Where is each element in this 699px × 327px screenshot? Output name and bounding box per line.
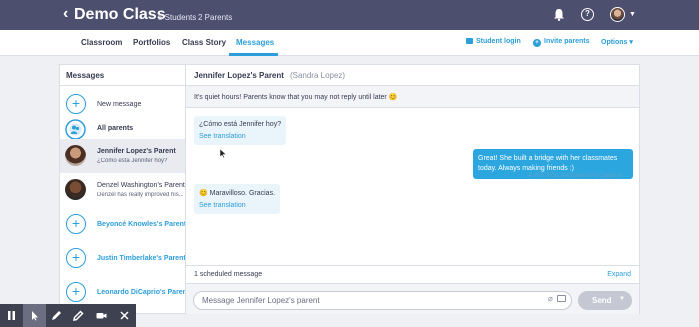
class-title: Demo Class [74,6,166,23]
image-icon[interactable] [557,295,566,302]
plus-icon: + [66,214,86,234]
contact-name: Jennifer Lopez's Parent [97,148,176,155]
invite-parents-button[interactable]: + Invite parents [533,38,590,47]
conversation-title: Jennifer Lopez's Parent [194,71,284,80]
conversation-header: Jennifer Lopez's Parent (Sandra Lopez) [186,65,639,86]
messages-sidebar: Messages + New message All parents Jenni… [59,64,189,314]
student-login-label: Student login [476,38,521,45]
see-translation-link[interactable]: See translation [199,202,275,209]
chevron-down-icon: ▾ [629,39,633,46]
attachment-icon[interactable]: ⌀ [548,294,553,303]
pointer-icon[interactable] [23,304,46,327]
sidebar-item-denzel[interactable]: Denzel Washington's Parent Denzel has re… [60,173,186,207]
all-parents-label: All parents [97,125,134,132]
quiet-hours-banner: It's quiet hours! Parents know that you … [186,86,639,108]
message-preview: ¿Cómo está Jennifer hoy? [97,158,168,164]
options-label: Options [601,39,628,46]
tab-messages[interactable]: Messages [236,38,274,47]
sidebar-title: Messages [60,65,185,86]
plus-icon: + [66,282,86,302]
pen-icon[interactable] [45,304,68,327]
top-bar: ‹ Demo Class 5 Students 2 Parents ? ▼ [0,0,699,30]
conversation-panel: Jennifer Lopez's Parent (Sandra Lopez) It… [185,64,640,314]
sidebar-item-jennifer[interactable]: Jennifer Lopez's Parent ¿Cómo está Jenni… [60,139,186,173]
tab-portfolios[interactable]: Portfolios [133,38,170,47]
mouse-cursor-icon [220,149,226,158]
avatar [65,145,86,166]
message-text: 😊 Maravilloso. Gracias. [199,190,276,197]
sidebar-item-beyonce[interactable]: + Beyoncé Knowles's Parent [60,207,186,241]
expand-link[interactable]: Expand [607,271,631,278]
avatar [65,179,86,200]
help-icon[interactable]: ? [581,8,594,21]
chevron-down-icon[interactable]: ▼ [629,11,636,18]
new-message-label: New message [97,101,142,108]
close-icon[interactable] [113,304,136,327]
incoming-message: 😊 Maravilloso. Gracias. See translation [194,184,281,214]
plus-icon: + [533,39,541,47]
tab-class-story[interactable]: Class Story [182,38,226,47]
group-icon [65,119,86,140]
contact-name: Justin Timberlake's Parent [97,255,186,262]
message-text: ¿Cómo está Jennifer hoy? [199,121,282,128]
students-count[interactable]: 5 Students [158,13,196,22]
avatar[interactable] [610,7,625,22]
send-button[interactable]: Send ▼ [578,291,632,310]
contact-name: Denzel Washington's Parent [97,182,185,189]
invite-parents-label: Invite parents [544,38,590,45]
active-tab-indicator [229,53,278,56]
scheduled-label: 1 scheduled message [194,271,263,278]
scheduled-messages-bar: 1 scheduled message Expand [186,265,639,283]
class-nav: Classroom Portfolios Class Story Message… [0,30,699,56]
incoming-message: ¿Cómo está Jennifer hoy? See translation [194,116,287,145]
see-translation-link[interactable]: See translation [199,133,281,140]
student-login-button[interactable]: Student login [466,38,521,45]
message-composer: Message Jennifer Lopez's parent ⌀ Send ▼ [186,283,639,314]
plus-icon: + [66,94,86,114]
sidebar-item-justin[interactable]: + Justin Timberlake's Parent [60,241,186,275]
bell-icon[interactable] [553,8,565,21]
plus-icon: + [66,248,86,268]
pause-icon[interactable] [0,304,23,327]
parents-count[interactable]: 2 Parents [198,13,232,22]
login-icon [466,38,473,44]
conversation-subtitle: (Sandra Lopez) [289,71,346,80]
send-label: Send [592,296,612,305]
message-preview: Denzel has really improved his... [97,192,183,198]
marker-icon[interactable] [67,304,90,327]
back-icon[interactable]: ‹ [63,5,68,23]
message-status: ✔ 8/7/2018, translated into Spanish [528,173,623,179]
chevron-down-icon[interactable]: ▼ [619,296,625,302]
contact-name: Leonardo DiCaprio's Parent [97,289,190,296]
tab-classroom[interactable]: Classroom [81,38,122,47]
camera-icon[interactable] [90,304,113,327]
options-dropdown[interactable]: Options ▾ [601,38,633,46]
annotation-toolbar [0,304,136,327]
message-input[interactable]: Message Jennifer Lopez's parent [193,291,572,310]
contact-name: Beyoncé Knowles's Parent [97,221,187,228]
